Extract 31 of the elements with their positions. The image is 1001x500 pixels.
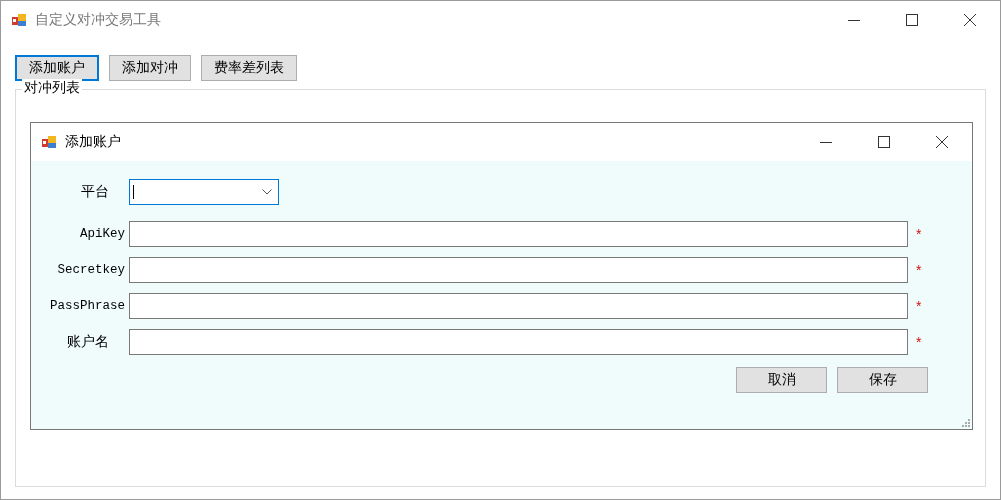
- field-label: PassPhrase: [50, 299, 126, 313]
- required-mark: *: [915, 226, 923, 242]
- app-icon: [11, 12, 27, 28]
- dialog-button[interactable]: 取消: [736, 367, 827, 393]
- required-mark: *: [915, 262, 923, 278]
- text-cursor: [133, 185, 134, 199]
- input-field[interactable]: [129, 293, 908, 319]
- input-field[interactable]: [129, 257, 908, 283]
- chevron-down-icon: [262, 189, 272, 195]
- field-label: 平台: [81, 183, 110, 201]
- group-title: 对冲列表: [22, 79, 82, 97]
- window-title: 自定义对冲交易工具: [35, 11, 162, 29]
- dialog-button[interactable]: 保存: [837, 367, 928, 393]
- dialog-title: 添加账户: [65, 133, 122, 151]
- required-mark: *: [915, 298, 923, 314]
- dialog-icon: [41, 134, 57, 150]
- close-icon[interactable]: [964, 14, 976, 26]
- field-label: Secretkey: [57, 263, 126, 277]
- field-label: 账户名: [67, 333, 110, 351]
- input-field[interactable]: [129, 329, 908, 355]
- field-label: ApiKey: [80, 227, 126, 241]
- close-icon[interactable]: [936, 136, 948, 148]
- toolbar-button[interactable]: 添加对冲: [109, 55, 191, 81]
- toolbar-button[interactable]: 费率差列表: [201, 55, 297, 81]
- platform-dropdown[interactable]: [129, 179, 279, 205]
- input-field[interactable]: [129, 221, 908, 247]
- toolbar-button[interactable]: 添加账户: [15, 55, 99, 81]
- maximize-icon[interactable]: [878, 136, 890, 148]
- maximize-icon[interactable]: [906, 14, 918, 26]
- required-mark: *: [915, 334, 923, 350]
- resize-grip-icon[interactable]: [961, 418, 970, 427]
